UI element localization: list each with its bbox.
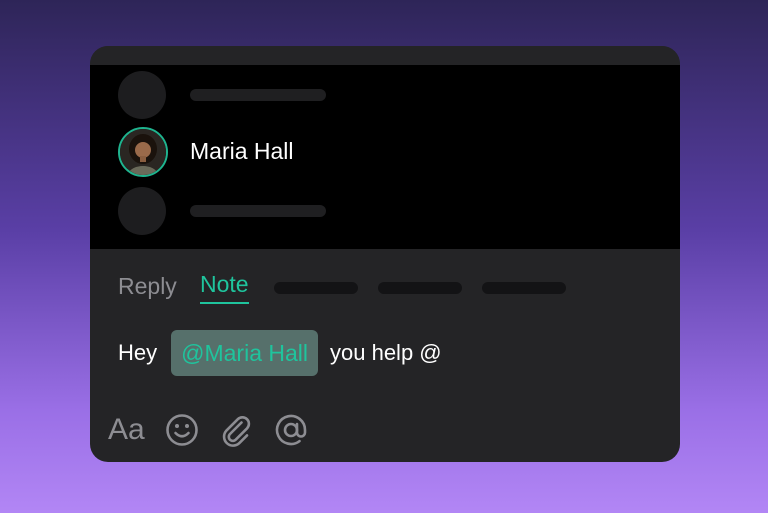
mention-button[interactable]: [273, 410, 309, 450]
tab-reply[interactable]: Reply: [118, 272, 177, 300]
message-composer[interactable]: Hey @Maria Hall you help @: [118, 330, 442, 376]
attachment-icon: [222, 416, 250, 447]
name-placeholder: [190, 205, 326, 217]
tab-note[interactable]: Note: [200, 270, 249, 304]
person-avatar-icon: [120, 129, 166, 175]
mention-option-placeholder[interactable]: [90, 65, 680, 125]
mention-chip[interactable]: @Maria Hall: [171, 330, 318, 376]
mention-option-name: Maria Hall: [190, 138, 294, 164]
mention-option-maria-hall[interactable]: [90, 121, 680, 181]
format-text-button[interactable]: Aa: [108, 410, 145, 450]
card-top-bar: [90, 46, 680, 65]
avatar: [118, 127, 168, 177]
mention-suggestion-list: Maria Hall: [90, 65, 680, 249]
format-text-icon: Aa: [108, 413, 145, 446]
avatar-placeholder: [118, 71, 166, 119]
mention-option-placeholder[interactable]: [90, 185, 680, 245]
composer-text-after: you help @: [330, 340, 442, 365]
avatar-placeholder: [118, 187, 166, 235]
tab-placeholder: [378, 282, 462, 294]
mention-icon: [275, 414, 307, 446]
composer-tabs: Reply Note: [90, 270, 680, 310]
composer-toolbar: Aa: [108, 408, 329, 452]
emoji-icon: [165, 414, 198, 446]
emoji-button[interactable]: [165, 410, 199, 450]
attachment-button[interactable]: [219, 410, 253, 450]
composer-text-before: Hey: [118, 340, 158, 365]
tab-placeholder: [274, 282, 358, 294]
name-placeholder: [190, 89, 326, 101]
tab-placeholder: [482, 282, 566, 294]
reply-card: Maria Hall Reply Note Hey @Maria Hall yo…: [90, 46, 680, 462]
